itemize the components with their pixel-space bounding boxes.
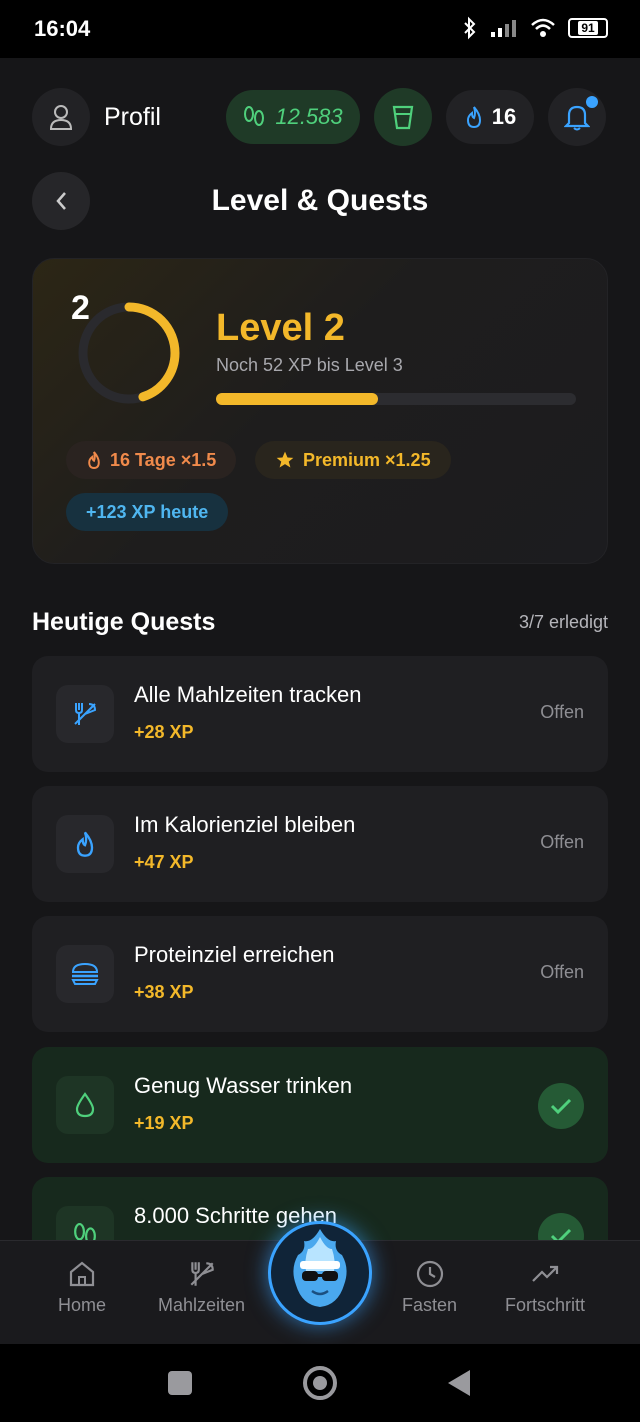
streak-multiplier-badge: 16 Tage ×1.5 — [66, 441, 237, 479]
flame-icon — [76, 831, 94, 857]
streak-value: 16 — [491, 104, 517, 129]
quest-item[interactable]: Im Kalorienziel bleiben +47 XP Offen — [32, 786, 608, 902]
steps-counter[interactable]: 12.583 — [226, 90, 360, 144]
star-icon — [276, 451, 294, 468]
streak-counter[interactable]: 16 — [446, 90, 534, 144]
level-progress-bar — [216, 393, 576, 405]
status-icons: 91 — [462, 16, 608, 40]
home-system-button[interactable] — [303, 1366, 337, 1400]
nav-home-label: Home — [58, 1295, 107, 1315]
level-title: Level 2 — [216, 307, 345, 349]
mascot-button[interactable] — [268, 1221, 372, 1325]
quest-status: Offen — [540, 832, 584, 852]
quest-icon-box — [56, 685, 114, 743]
quests-count: 3/7 erledigt — [518, 612, 608, 632]
water-drop-icon — [75, 1092, 95, 1118]
clock-icon — [416, 1260, 443, 1288]
nav-meals[interactable]: Mahlzeiten — [158, 1259, 245, 1316]
profile-label[interactable]: Profil — [104, 103, 161, 132]
quest-item-completed[interactable]: Genug Wasser trinken +19 XP — [32, 1047, 608, 1163]
level-progress-fill — [216, 393, 378, 405]
nav-home[interactable]: Home — [58, 1259, 106, 1316]
water-button[interactable] — [374, 88, 432, 146]
quest-icon-box — [56, 945, 114, 1003]
burger-icon — [71, 962, 99, 985]
status-time: 16:04 — [34, 16, 91, 41]
trending-up-icon — [532, 1265, 559, 1282]
flame-icon — [466, 106, 481, 129]
battery-indicator: 91 — [568, 18, 608, 38]
top-bar: Profil 12.583 16 — [0, 88, 640, 148]
nav-progress[interactable]: Fortschritt — [505, 1259, 585, 1316]
cup-icon — [392, 105, 414, 130]
fork-knife-icon — [74, 703, 97, 725]
back-system-button[interactable] — [448, 1370, 470, 1396]
home-icon — [69, 1261, 95, 1287]
page-title: Level & Quests — [211, 184, 429, 217]
premium-multiplier-badge: Premium ×1.25 — [255, 441, 451, 479]
quest-xp: +28 XP — [134, 722, 194, 742]
app-screen: Profil 12.583 16 Level & Quests 2 Level … — [0, 58, 640, 1344]
quest-item[interactable]: Proteinziel erreichen +38 XP Offen — [32, 916, 608, 1032]
quest-icon-box — [56, 1076, 114, 1134]
quest-name: Genug Wasser trinken — [134, 1073, 353, 1098]
quest-status: Offen — [540, 702, 584, 722]
quest-name: Im Kalorienziel bleiben — [134, 812, 356, 837]
mascot-flame-icon — [293, 1229, 347, 1307]
nav-fasting[interactable]: Fasten — [402, 1259, 457, 1316]
level-number: 2 — [71, 289, 90, 327]
notifications-button[interactable] — [548, 88, 606, 146]
quest-item[interactable]: Alle Mahlzeiten tracken +28 XP Offen — [32, 656, 608, 772]
quest-status: Offen — [540, 962, 584, 982]
wifi-icon — [531, 18, 555, 37]
quest-name: Alle Mahlzeiten tracken — [134, 682, 362, 707]
quest-xp: +47 XP — [134, 852, 194, 872]
quests-title: Heutige Quests — [32, 608, 216, 636]
fork-knife-icon — [190, 1262, 214, 1286]
recents-button[interactable] — [168, 1371, 192, 1395]
quest-name: Proteinziel erreichen — [134, 942, 335, 967]
quest-xp: +38 XP — [134, 982, 194, 1002]
system-nav-bar — [0, 1344, 640, 1422]
nav-fasting-label: Fasten — [402, 1295, 458, 1315]
profile-button[interactable] — [32, 88, 90, 146]
nav-meals-label: Mahlzeiten — [158, 1295, 246, 1315]
notification-dot — [586, 96, 598, 108]
bell-icon — [564, 105, 590, 131]
checkmark-icon — [550, 1098, 572, 1115]
xp-today-badge: +123 XP heute — [66, 493, 229, 531]
steps-value: 12.583 — [275, 104, 343, 129]
bluetooth-icon — [464, 16, 476, 40]
user-icon — [49, 105, 73, 130]
signal-icon — [491, 20, 516, 37]
quest-icon-box — [56, 815, 114, 873]
nav-progress-label: Fortschritt — [505, 1295, 586, 1315]
level-card: 2 Level 2 Noch 52 XP bis Level 3 16 Tage… — [32, 258, 608, 564]
quest-done-check — [538, 1083, 584, 1129]
status-bar: 16:04 91 — [0, 0, 640, 58]
bottom-nav: Home Mahlzeiten Fasten Fortschritt — [0, 1221, 640, 1344]
footsteps-icon — [244, 106, 265, 126]
quest-xp: +19 XP — [134, 1113, 194, 1133]
level-subtitle: Noch 52 XP bis Level 3 — [216, 355, 403, 375]
flame-icon — [88, 451, 100, 469]
